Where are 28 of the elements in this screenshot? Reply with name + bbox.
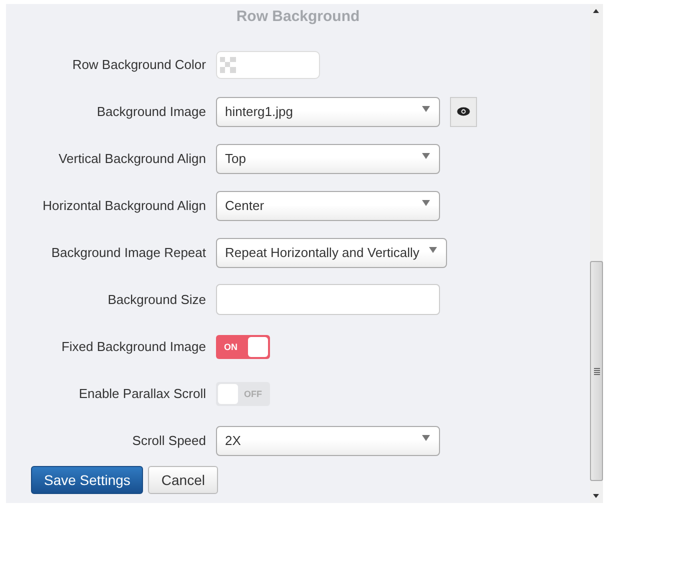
text-input-field[interactable] [216,284,440,315]
cancel-button[interactable]: Cancel [148,466,218,494]
field-label: Background Image [96,104,207,119]
section-title: Row Background [235,8,361,27]
select-dropdown[interactable]: 2X [216,426,440,456]
caret-icon [422,434,430,440]
select-dropdown[interactable]: Top [216,144,440,174]
field-label: Scroll Speed [131,433,207,448]
field-label: Fixed Background Image [60,339,207,354]
caret-icon [422,200,430,206]
caret-icon [429,246,438,252]
select-dropdown[interactable]: Center [216,190,440,220]
save-button[interactable]: Save Settings [31,466,144,494]
color-picker-field[interactable] [216,50,320,78]
field-label: Row Background Color [71,57,207,72]
select-dropdown[interactable]: hinterg1.jpg [216,96,440,126]
eye-icon [457,107,470,116]
field-label: Horizontal Background Align [42,198,207,213]
field-label: Enable Parallax Scroll [78,386,207,401]
preview-button[interactable] [450,96,477,126]
field-label: Vertical Background Align [58,151,207,166]
scrollbar[interactable] [590,4,603,503]
field-label: Background Size [106,292,207,307]
transparent-swatch-icon [220,56,236,72]
select-dropdown[interactable]: Repeat Horizontally and Vertically [216,238,447,268]
field-label: Background Image Repeat [50,245,207,260]
caret-icon [422,152,430,158]
caret-icon [422,106,430,112]
